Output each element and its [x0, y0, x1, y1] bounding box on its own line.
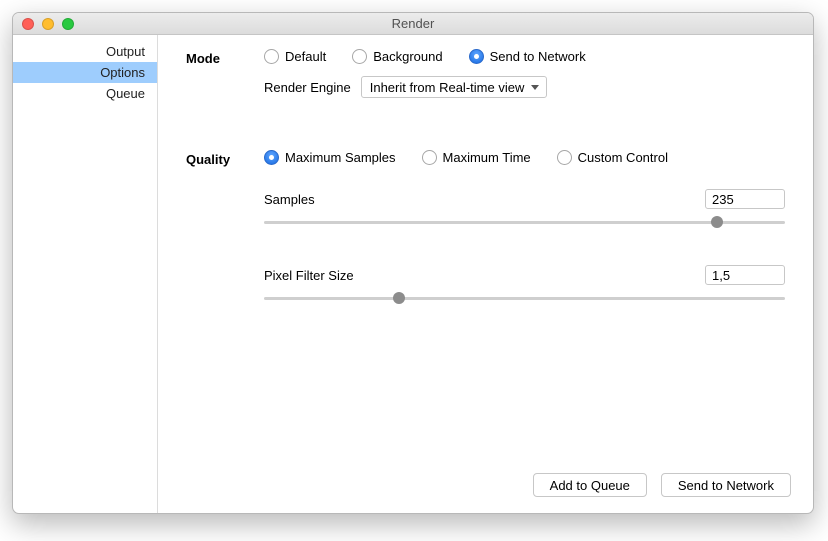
quality-radio-max-samples[interactable]: Maximum Samples — [264, 150, 396, 165]
render-window: Render Output Options Queue Mode Default — [12, 12, 814, 514]
samples-input[interactable] — [705, 189, 785, 209]
samples-label: Samples — [264, 192, 315, 207]
quality-section: Quality Maximum Samples Maximum Time — [186, 150, 785, 305]
send-to-network-button[interactable]: Send to Network — [661, 473, 791, 497]
content-pane: Mode Default Background Send — [158, 35, 813, 513]
mode-radio-default[interactable]: Default — [264, 49, 326, 64]
sidebar: Output Options Queue — [13, 35, 158, 513]
render-engine-row: Render Engine Inherit from Real-time vie… — [264, 76, 785, 98]
pixel-filter-label: Pixel Filter Size — [264, 268, 354, 283]
slider-thumb[interactable] — [711, 216, 723, 228]
radio-icon — [557, 150, 572, 165]
slider-rail — [264, 297, 785, 300]
mode-section: Mode Default Background Send — [186, 49, 785, 98]
sidebar-item-output[interactable]: Output — [13, 41, 157, 62]
add-to-queue-button[interactable]: Add to Queue — [533, 473, 647, 497]
quality-heading: Quality — [186, 150, 264, 305]
slider-thumb[interactable] — [393, 292, 405, 304]
radio-icon — [422, 150, 437, 165]
pixel-filter-slider[interactable] — [264, 291, 785, 305]
mode-radio-send-to-network[interactable]: Send to Network — [469, 49, 586, 64]
pixel-filter-block: Pixel Filter Size — [264, 265, 785, 305]
radio-label: Custom Control — [578, 150, 668, 165]
pixel-filter-input[interactable] — [705, 265, 785, 285]
render-engine-value: Inherit from Real-time view — [370, 80, 525, 95]
radio-label: Maximum Samples — [285, 150, 396, 165]
quality-radio-max-time[interactable]: Maximum Time — [422, 150, 531, 165]
sidebar-item-queue[interactable]: Queue — [13, 83, 157, 104]
samples-head: Samples — [264, 189, 785, 209]
titlebar: Render — [13, 13, 813, 35]
mode-heading: Mode — [186, 49, 264, 98]
samples-slider[interactable] — [264, 215, 785, 229]
mode-radio-row: Default Background Send to Network — [264, 49, 785, 64]
radio-label: Send to Network — [490, 49, 586, 64]
radio-icon — [352, 49, 367, 64]
mode-body: Default Background Send to Network Rende… — [264, 49, 785, 98]
render-engine-label: Render Engine — [264, 80, 351, 95]
render-engine-select[interactable]: Inherit from Real-time view — [361, 76, 548, 98]
radio-label: Maximum Time — [443, 150, 531, 165]
footer-buttons: Add to Queue Send to Network — [533, 473, 791, 497]
radio-icon — [264, 150, 279, 165]
radio-icon — [469, 49, 484, 64]
mode-radio-background[interactable]: Background — [352, 49, 442, 64]
window-body: Output Options Queue Mode Default Bac — [13, 35, 813, 513]
window-title: Render — [13, 16, 813, 31]
radio-icon — [264, 49, 279, 64]
samples-block: Samples — [264, 189, 785, 229]
slider-rail — [264, 221, 785, 224]
quality-radio-row: Maximum Samples Maximum Time Custom Cont… — [264, 150, 785, 165]
quality-body: Maximum Samples Maximum Time Custom Cont… — [264, 150, 785, 305]
radio-label: Background — [373, 49, 442, 64]
quality-radio-custom-control[interactable]: Custom Control — [557, 150, 668, 165]
radio-label: Default — [285, 49, 326, 64]
pixel-filter-head: Pixel Filter Size — [264, 265, 785, 285]
sidebar-item-options[interactable]: Options — [13, 62, 157, 83]
